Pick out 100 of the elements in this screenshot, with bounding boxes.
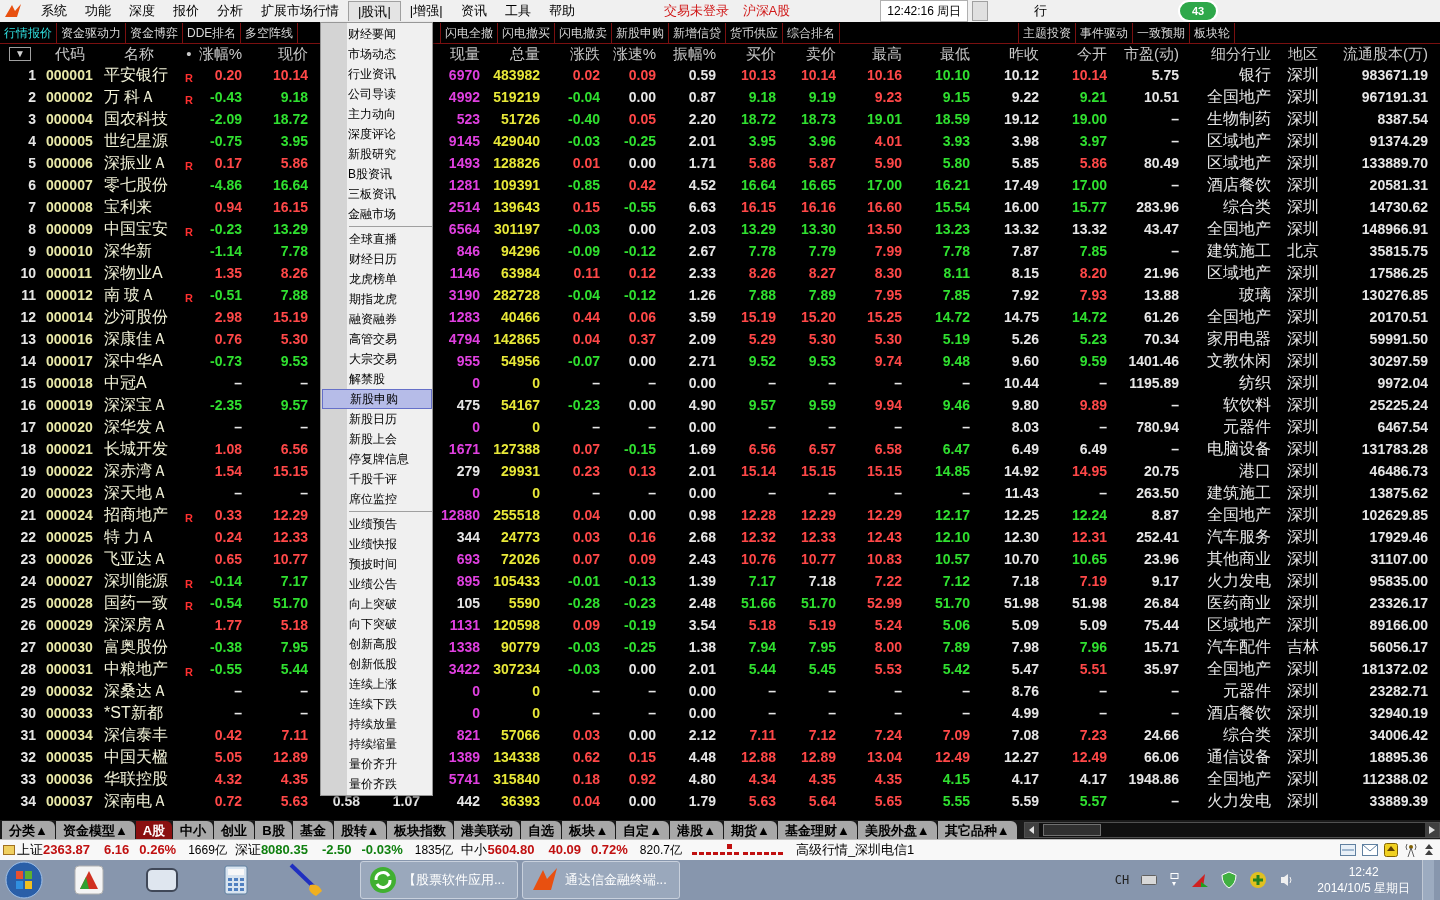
column-header[interactable]: 代码	[55, 42, 85, 66]
market-tab[interactable]: 美股外盘▲	[857, 821, 937, 839]
dropdown-item[interactable]: 量价齐跌	[322, 774, 432, 794]
dropdown-item[interactable]: 预披时间	[322, 554, 432, 574]
dropdown-item[interactable]: 融资融券	[322, 309, 432, 329]
tab[interactable]: 货币供应	[726, 22, 783, 43]
dropdown-item[interactable]: 量价齐升	[322, 754, 432, 774]
menu-item[interactable]: 工具	[495, 1, 540, 21]
dropdown-item[interactable]: 公司导读	[322, 84, 432, 104]
dropdown-item[interactable]: 向上突破	[322, 594, 432, 614]
tab[interactable]: 新增信贷	[669, 22, 726, 43]
market-tab[interactable]: B股	[255, 821, 292, 839]
market-tab[interactable]: 自定▲	[616, 821, 670, 839]
market-tab[interactable]: 分类▲	[2, 821, 55, 839]
dropdown-item[interactable]: 席位监控	[322, 489, 432, 509]
column-header[interactable]: 涨速%	[612, 42, 656, 66]
menu-item[interactable]: 系统	[32, 1, 76, 21]
column-header[interactable]: 地区	[1288, 42, 1318, 66]
column-header[interactable]: •	[186, 42, 192, 66]
start-button-icon[interactable]	[4, 860, 44, 900]
tab[interactable]: 主题投资	[1019, 22, 1076, 43]
dropdown-item[interactable]: 财经要闻	[322, 24, 432, 44]
market-tab[interactable]: 自选	[521, 821, 562, 839]
column-header[interactable]: 买价	[746, 42, 776, 66]
market-tab[interactable]: A股	[135, 821, 173, 839]
dropdown-item[interactable]: 业绩公告	[322, 574, 432, 594]
tab[interactable]: 多空阵线	[241, 22, 299, 43]
market-tab[interactable]: 基金理财▲	[777, 821, 857, 839]
menu-item[interactable]: 行	[1034, 1, 1048, 21]
dropdown-item[interactable]: 主力动向	[322, 104, 432, 124]
column-header[interactable]: 市盈(动)	[1124, 42, 1179, 66]
horizontal-scrollbar[interactable]	[1023, 822, 1440, 838]
antenna-icon[interactable]	[1404, 842, 1418, 858]
dropdown-item[interactable]: 深度评论	[322, 124, 432, 144]
window-icon[interactable]	[1340, 844, 1356, 856]
menu-item[interactable]: 深度	[120, 1, 164, 21]
scroll-right-icon[interactable]	[1425, 823, 1439, 837]
column-header[interactable]: 涨跌	[570, 42, 600, 66]
network-icon[interactable]	[1169, 873, 1180, 887]
column-header[interactable]: 卖价	[806, 42, 836, 66]
market-tab[interactable]: 板块▲	[562, 821, 616, 839]
dropdown-item[interactable]: 创新高股	[322, 634, 432, 654]
dropdown-item[interactable]: 持续放量	[322, 714, 432, 734]
column-header[interactable]: 昨收	[1009, 42, 1039, 66]
desktop-icon[interactable]	[146, 868, 178, 892]
dropdown-item[interactable]: 新股研究	[322, 144, 432, 164]
market-tab[interactable]: 资金模型▲	[55, 821, 135, 839]
dropdown-item[interactable]: 金融市场	[322, 204, 432, 224]
column-header[interactable]: 细分行业	[1211, 42, 1271, 66]
tab[interactable]: 事件驱动	[1076, 22, 1133, 43]
input-language[interactable]: CH	[1114, 871, 1130, 889]
column-header[interactable]: 最高	[872, 42, 902, 66]
upload-icon[interactable]	[1384, 843, 1398, 857]
dropdown-item[interactable]: 千股千评	[322, 469, 432, 489]
dropdown-item[interactable]: 连续上涨	[322, 674, 432, 694]
column-header[interactable]: 涨幅%	[198, 42, 242, 66]
market-tab[interactable]: 中小	[173, 821, 214, 839]
menu-item[interactable]: |股讯|	[348, 1, 401, 21]
tab[interactable]: 板块轮	[1190, 22, 1235, 43]
tab[interactable]: 资金博弈	[126, 22, 183, 43]
market-tab[interactable]: 其它品种▲	[937, 821, 1017, 839]
column-header[interactable]: 最低	[940, 42, 970, 66]
dropdown-item[interactable]: 向下突破	[322, 614, 432, 634]
scroll-thumb[interactable]	[1042, 824, 1101, 836]
column-header[interactable]: 振幅%	[672, 42, 716, 66]
menu-item[interactable]: 帮助	[539, 1, 584, 21]
dropdown-item[interactable]: 业绩快报	[322, 534, 432, 554]
shield-icon[interactable]	[1221, 871, 1238, 889]
sort-button[interactable]: ▼	[9, 47, 31, 61]
tab[interactable]: DDE排名	[183, 22, 242, 43]
dropdown-item[interactable]: 市场动态	[322, 44, 432, 64]
chart-app-icon[interactable]	[74, 865, 104, 895]
keyboard-icon[interactable]	[1141, 875, 1158, 885]
tab[interactable]: 一致预期	[1133, 22, 1190, 43]
dropdown-item[interactable]: 创新低股	[322, 654, 432, 674]
scroll-left-icon[interactable]	[1024, 823, 1039, 837]
tab[interactable]: 新股申购	[612, 22, 669, 43]
dropdown-item[interactable]: 期指龙虎	[322, 289, 432, 309]
column-header[interactable]: 今开	[1077, 42, 1107, 66]
dropdown-item[interactable]: 大宗交易	[322, 349, 432, 369]
market-tab[interactable]: 板块指数	[387, 821, 454, 839]
dropdown-item[interactable]: 龙虎榜单	[322, 269, 432, 289]
tab[interactable]: 闪电全撤	[441, 22, 498, 43]
tab[interactable]: 资金驱动力	[57, 22, 126, 43]
dropdown-item[interactable]: 连续下跌	[322, 694, 432, 714]
pointer-stick-icon[interactable]	[288, 863, 324, 897]
dropdown-item[interactable]: 全球直播	[322, 229, 432, 249]
market-tab[interactable]: 基金	[292, 821, 333, 839]
calculator-icon[interactable]	[224, 865, 248, 895]
dropdown-item[interactable]: 财经日历	[322, 249, 432, 269]
menu-item[interactable]: 扩展市场行情	[252, 1, 348, 21]
column-header[interactable]: 名称	[124, 42, 154, 66]
plus-circle-icon[interactable]	[1249, 871, 1268, 889]
menu-item[interactable]: 报价	[164, 1, 208, 21]
menu-item[interactable]: 功能	[76, 1, 120, 21]
toolbar-button[interactable]	[972, 1, 989, 21]
dropdown-item[interactable]: 业绩预告	[322, 514, 432, 534]
menu-item[interactable]: |增强|	[400, 1, 452, 21]
market-tab[interactable]: 港美联动	[454, 821, 521, 839]
tab[interactable]: 闪电撤买	[498, 22, 555, 43]
